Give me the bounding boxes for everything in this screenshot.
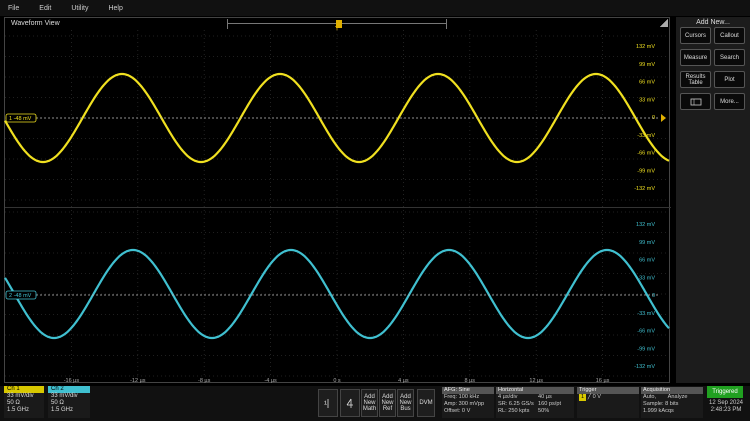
ch2-handle[interactable]: 2 -48 mV — [5, 290, 37, 300]
ch1-axis-label: 33 mV — [639, 97, 655, 103]
trigger-source: 1 — [579, 394, 587, 401]
ch2-axis-label: 33 mV — [639, 275, 655, 281]
svg-text:¹: ¹ — [324, 399, 327, 409]
cursors-button[interactable]: Cursors — [680, 27, 711, 44]
afg-badge[interactable]: AFG: Sine Freq: 100 kHz Amp: 300 mVpp Of… — [442, 387, 494, 418]
search-button[interactable]: Search — [714, 49, 745, 66]
ch2-axis-label: 66 mV — [639, 258, 655, 264]
ch2-axis-label: -33 mV — [637, 311, 655, 317]
callout-button[interactable]: Callout — [714, 27, 745, 44]
settings-bar: Ch 1 33 mV/div 50 Ω 1.5 GHz Ch 2 33 mV/d… — [0, 386, 750, 421]
ch1-axis-label: 66 mV — [639, 80, 655, 86]
ch2-badge[interactable]: Ch 2 33 mV/div 50 Ω 1.5 GHz — [48, 386, 90, 418]
acquisition-badge[interactable]: Acquisition Auto, Analyze Sample: 8 bits… — [641, 387, 703, 418]
time-axis-label: 12 µs — [529, 378, 543, 384]
channel-4-icon — [346, 398, 353, 408]
dvm-button[interactable]: DVM — [417, 389, 435, 417]
ch1-badge[interactable]: Ch 1 33 mV/div 50 Ω 1.5 GHz — [4, 386, 44, 418]
time-axis-label: -12 µs — [130, 378, 146, 384]
time-axis-label: 8 µs — [465, 378, 476, 384]
measure-button[interactable]: Measure — [680, 49, 711, 66]
ch2-axis-label: 132 mV — [636, 222, 655, 228]
zoom-icon-button[interactable] — [680, 93, 711, 110]
ch2-axis-label: -66 mV — [637, 329, 655, 335]
date-time: 12 Sep 2024 2:48:23 PM — [708, 400, 744, 413]
add-new-panel: Add New... Cursors Callout Measure Searc… — [676, 17, 750, 383]
ch1-axis-label: 99 mV — [639, 62, 655, 68]
plot-button[interactable]: Plot — [714, 71, 745, 88]
trigger-level: 0 V — [592, 394, 602, 400]
trigger-level-icon[interactable] — [661, 114, 666, 122]
time-axis-label: -8 µs — [198, 378, 211, 384]
ch2-axis-label: 0 — [652, 293, 655, 299]
channel-3-button[interactable]: ¹ — [318, 389, 338, 417]
add-new-bus-button[interactable]: Add New Bus — [397, 389, 414, 417]
time-axis-label: 16 µs — [596, 378, 610, 384]
results-table-button[interactable]: Results Table — [680, 71, 711, 88]
time-axis-label: -16 µs — [64, 378, 80, 384]
time-axis-label: 0 s — [333, 378, 341, 384]
ch1-axis-label: -99 mV — [637, 168, 655, 174]
ch2-axis-label: -132 mV — [634, 364, 655, 370]
add-new-ref-button[interactable]: Add New Ref — [379, 389, 396, 417]
ch1-axis-label: 132 mV — [636, 44, 655, 50]
ch2-badge-title: Ch 2 — [48, 386, 90, 393]
triggered-status: Triggered — [707, 386, 743, 398]
ch1-badge-title: Ch 1 — [4, 386, 44, 393]
waveform-plot: 132 mV 99 mV 66 mV 33 mV 0 -33 mV -66 mV -99 mV… — [4, 30, 670, 384]
time-axis-label: 4 µs — [398, 378, 409, 384]
add-new-math-button[interactable]: Add New Math — [361, 389, 378, 417]
ch2-axis-label: -99 mV — [637, 346, 655, 352]
horizontal-badge[interactable]: Horizontal 4 µs/div SR: 6.25 GS/s RL: 25… — [496, 387, 574, 418]
channel-icon: ¹ — [324, 399, 329, 409]
more-button[interactable]: More... — [714, 93, 745, 110]
svg-text:2 -48 mV: 2 -48 mV — [9, 293, 32, 299]
zoom-icon — [690, 98, 701, 105]
trigger-badge[interactable]: Trigger 1 ╱ 0 V — [577, 387, 639, 418]
graticule — [5, 30, 669, 378]
channel-4-button[interactable] — [340, 389, 360, 417]
add-new-title: Add New... — [696, 19, 730, 26]
svg-text:1 -48 mV: 1 -48 mV — [9, 116, 32, 122]
ch1-axis-label: -66 mV — [637, 151, 655, 157]
rising-edge-icon: ╱ — [587, 394, 592, 400]
ch1-handle[interactable]: 1 -48 mV — [5, 113, 37, 123]
ch2-axis-label: 99 mV — [639, 240, 655, 246]
time-axis-label: -4 µs — [264, 378, 277, 384]
ch1-axis-label: -132 mV — [634, 186, 655, 192]
